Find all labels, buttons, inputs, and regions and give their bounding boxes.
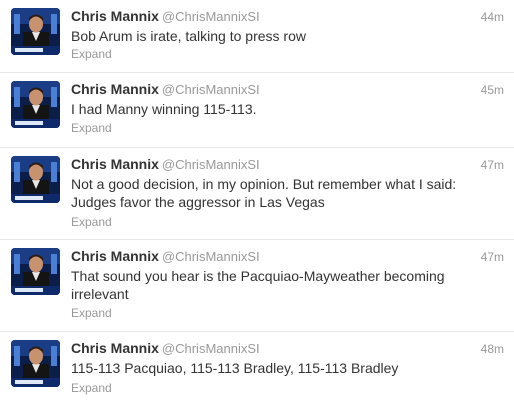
author-name[interactable]: Chris Mannix <box>71 248 159 264</box>
tweet-item[interactable]: Chris Mannix @ChrisMannixSI 48m 115-113 P… <box>0 332 514 406</box>
tweet-text: That sound you hear is the Pacquiao-Mayw… <box>71 268 445 302</box>
avatar-image <box>11 248 60 295</box>
tweet-text: 115-113 Pacquiao, 115-113 Bradley, 115-1… <box>71 360 399 376</box>
tweet-item[interactable]: Chris Mannix @ChrisMannixSI 44m Bob Arum … <box>0 0 514 73</box>
avatar[interactable] <box>11 340 60 387</box>
tweet-text: I had Manny winning 115-113. <box>71 101 257 117</box>
tweet-item[interactable]: Chris Mannix @ChrisMannixSI 45m I had Man… <box>0 73 514 148</box>
tweet-timestamp[interactable]: 45m <box>481 83 504 97</box>
avatar[interactable] <box>11 8 60 55</box>
avatar[interactable] <box>11 156 60 203</box>
tweet-timestamp[interactable]: 44m <box>481 10 504 24</box>
expand-link[interactable]: Expand <box>71 306 112 320</box>
expand-link[interactable]: Expand <box>71 121 112 135</box>
tweet-text: Bob Arum is irate, talking to press row <box>71 28 306 44</box>
tweet-timestamp[interactable]: 47m <box>481 158 504 172</box>
tweet-timeline: Chris Mannix @ChrisMannixSI 44m Bob Arum … <box>0 0 514 406</box>
author-handle[interactable]: @ChrisMannixSI <box>162 249 260 264</box>
avatar-image <box>11 8 60 55</box>
author-handle[interactable]: @ChrisMannixSI <box>162 9 260 24</box>
expand-link[interactable]: Expand <box>71 47 112 61</box>
expand-link[interactable]: Expand <box>71 215 112 229</box>
avatar-image <box>11 340 60 387</box>
expand-link[interactable]: Expand <box>71 381 112 395</box>
avatar[interactable] <box>11 81 60 128</box>
tweet-timestamp[interactable]: 48m <box>481 342 504 356</box>
tweet-item[interactable]: Chris Mannix @ChrisMannixSI 47m Not a goo… <box>0 148 514 240</box>
author-name[interactable]: Chris Mannix <box>71 156 159 172</box>
tweet-item[interactable]: Chris Mannix @ChrisMannixSI 47m That soun… <box>0 240 514 332</box>
author-handle[interactable]: @ChrisMannixSI <box>162 157 260 172</box>
author-handle[interactable]: @ChrisMannixSI <box>162 82 260 97</box>
avatar[interactable] <box>11 248 60 295</box>
tweet-author[interactable]: Chris Mannix @ChrisMannixSI <box>71 8 260 24</box>
tweet-author[interactable]: Chris Mannix @ChrisMannixSI <box>71 156 260 172</box>
author-handle[interactable]: @ChrisMannixSI <box>162 341 260 356</box>
tweet-text: Not a good decision, in my opinion. But … <box>71 176 457 210</box>
tweet-timestamp[interactable]: 47m <box>481 250 504 264</box>
author-name[interactable]: Chris Mannix <box>71 340 159 356</box>
tweet-author[interactable]: Chris Mannix @ChrisMannixSI <box>71 248 260 264</box>
tweet-author[interactable]: Chris Mannix @ChrisMannixSI <box>71 340 260 356</box>
author-name[interactable]: Chris Mannix <box>71 81 159 97</box>
avatar-image <box>11 81 60 128</box>
author-name[interactable]: Chris Mannix <box>71 8 159 24</box>
avatar-image <box>11 156 60 203</box>
tweet-author[interactable]: Chris Mannix @ChrisMannixSI <box>71 81 260 97</box>
